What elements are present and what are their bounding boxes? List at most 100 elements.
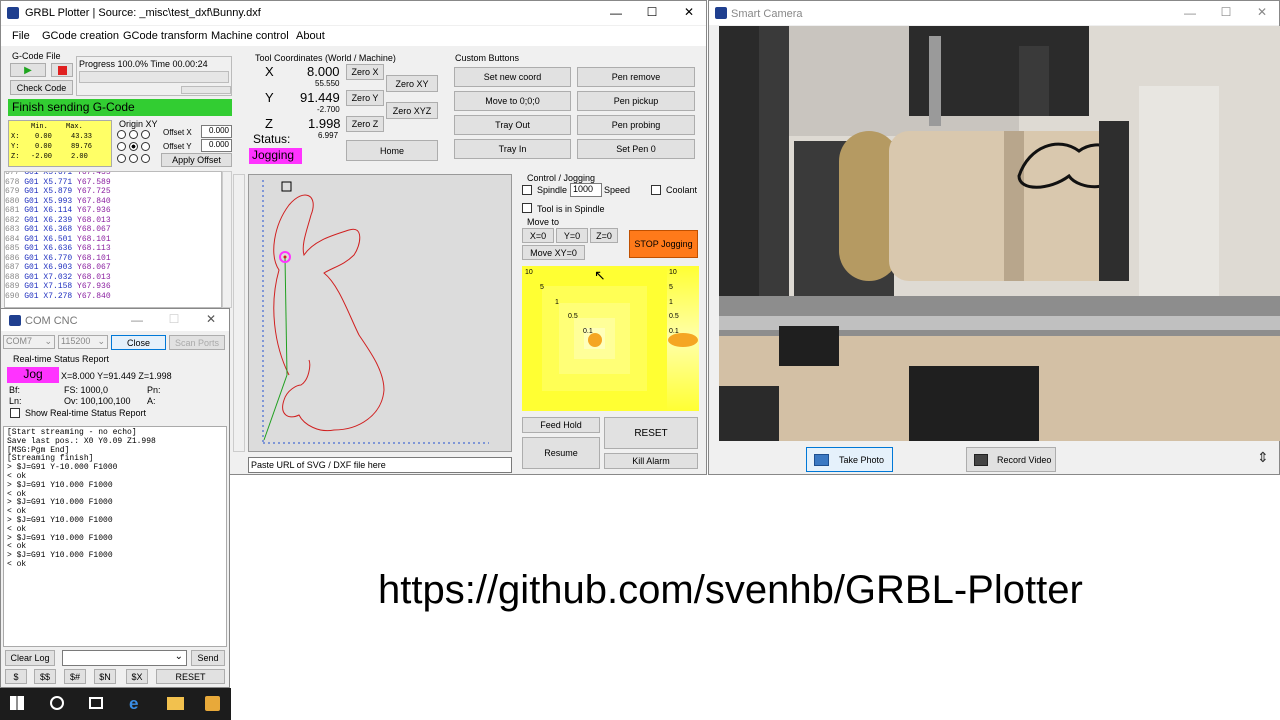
jog-z-pad[interactable]: 10 5 1 0.5 0.1 bbox=[667, 266, 699, 411]
com-reset-button[interactable]: RESET bbox=[156, 669, 225, 684]
com-close-button[interactable]: Close bbox=[111, 335, 166, 350]
gcode-line[interactable]: 690 G01 X7.278 Y67.840 bbox=[5, 292, 221, 302]
clear-log-button[interactable]: Clear Log bbox=[5, 650, 55, 666]
tool-in-spindle-checkbox[interactable] bbox=[522, 203, 532, 213]
com-maximize-icon[interactable]: ☐ bbox=[167, 312, 181, 326]
stop-jogging-button[interactable]: STOP Jogging bbox=[629, 230, 698, 258]
menu-about[interactable]: About bbox=[296, 30, 325, 42]
coolant-checkbox[interactable] bbox=[651, 185, 661, 195]
preview-scrollbar[interactable] bbox=[233, 174, 245, 452]
custom-pen-probing[interactable]: Pen probing bbox=[577, 115, 695, 135]
custom-move-to-000[interactable]: Move to 0;0;0 bbox=[454, 91, 571, 111]
camera-title-bar[interactable]: Smart Camera — ☐ ✕ bbox=[709, 1, 1279, 25]
menu-file[interactable]: File bbox=[12, 30, 30, 42]
gcode-line[interactable]: 689 G01 X7.158 Y67.936 bbox=[5, 282, 221, 292]
send-button[interactable]: Send bbox=[191, 650, 225, 666]
search-icon[interactable] bbox=[50, 696, 64, 710]
command-input[interactable]: ⌄ bbox=[62, 650, 187, 666]
gcode-line[interactable]: 688 G01 X7.032 Y68.013 bbox=[5, 273, 221, 283]
app-taskbar-icon[interactable] bbox=[205, 696, 220, 711]
play-button[interactable]: ▶ bbox=[10, 63, 46, 77]
show-report-checkbox[interactable] bbox=[10, 408, 20, 418]
com-close-icon[interactable]: ✕ bbox=[204, 312, 218, 326]
origin-radio[interactable] bbox=[141, 130, 150, 139]
resume-button[interactable]: Resume bbox=[522, 437, 600, 469]
quick-dollar-hash-button[interactable]: $# bbox=[64, 669, 86, 684]
gcode-line[interactable]: 687 G01 X6.903 Y68.067 bbox=[5, 263, 221, 273]
spindle-checkbox[interactable] bbox=[522, 185, 532, 195]
y0-button[interactable]: Y=0 bbox=[556, 228, 588, 243]
scan-ports-button[interactable]: Scan Ports bbox=[169, 335, 225, 350]
custom-pen-pickup[interactable]: Pen pickup bbox=[577, 91, 695, 111]
port-select[interactable]: COM7 ⌄ bbox=[3, 335, 55, 349]
baud-select[interactable]: 115200 ⌄ bbox=[58, 335, 108, 349]
task-view-icon[interactable] bbox=[89, 697, 103, 709]
reset-button[interactable]: RESET bbox=[604, 417, 698, 449]
minimize-icon[interactable]: — bbox=[609, 6, 623, 20]
zero-xy-button[interactable]: Zero XY bbox=[386, 75, 438, 92]
gcode-scrollbar[interactable] bbox=[222, 171, 232, 308]
apply-offset-button[interactable]: Apply Offset bbox=[161, 153, 232, 167]
origin-radio[interactable] bbox=[129, 154, 138, 163]
quick-dollar-x-button[interactable]: $X bbox=[126, 669, 148, 684]
gcode-line[interactable]: 678 G01 X5.771 Y67.589 bbox=[5, 178, 221, 188]
take-photo-button[interactable]: Take Photo bbox=[806, 447, 893, 472]
quick-dollar-dollar-button[interactable]: $$ bbox=[34, 669, 56, 684]
check-code-button[interactable]: Check Code bbox=[10, 80, 73, 95]
gcode-line[interactable]: 681 G01 X6.114 Y67.936 bbox=[5, 206, 221, 216]
menu-machine-control[interactable]: Machine control bbox=[211, 30, 289, 42]
camera-feed[interactable] bbox=[719, 26, 1280, 441]
camera-minimize-icon[interactable]: — bbox=[1183, 6, 1197, 20]
origin-radio[interactable] bbox=[141, 142, 150, 151]
home-button[interactable]: Home bbox=[346, 140, 438, 161]
menu-gcode-creation[interactable]: GCode creation bbox=[42, 30, 119, 42]
com-title-bar[interactable]: COM CNC — ☐ ✕ bbox=[1, 309, 229, 331]
zero-z-button[interactable]: Zero Z bbox=[346, 116, 384, 132]
speed-input[interactable]: 1000 bbox=[570, 183, 602, 197]
quick-dollar-button[interactable]: $ bbox=[5, 669, 27, 684]
origin-radio-selected[interactable] bbox=[129, 142, 138, 151]
camera-maximize-icon[interactable]: ☐ bbox=[1219, 5, 1233, 19]
edge-browser-icon[interactable]: e bbox=[129, 694, 138, 714]
feed-hold-button[interactable]: Feed Hold bbox=[522, 417, 600, 433]
menu-gcode-transform[interactable]: GCode transform bbox=[123, 30, 207, 42]
zero-xyz-button[interactable]: Zero XYZ bbox=[386, 102, 438, 119]
windows-start-icon[interactable] bbox=[10, 696, 24, 710]
gcode-line[interactable]: 680 G01 X5.993 Y67.840 bbox=[5, 197, 221, 207]
x0-button[interactable]: X=0 bbox=[522, 228, 554, 243]
z0-button[interactable]: Z=0 bbox=[590, 228, 618, 243]
zero-x-button[interactable]: Zero X bbox=[346, 64, 384, 80]
gcode-line[interactable]: 686 G01 X6.770 Y68.101 bbox=[5, 254, 221, 264]
origin-radio[interactable] bbox=[129, 130, 138, 139]
custom-pen-remove[interactable]: Pen remove bbox=[577, 67, 695, 87]
resize-arrows-icon[interactable]: ⇕ bbox=[1257, 449, 1269, 466]
com-minimize-icon[interactable]: — bbox=[130, 313, 144, 327]
close-icon[interactable]: ✕ bbox=[682, 5, 696, 19]
maximize-icon[interactable]: ☐ bbox=[645, 5, 659, 19]
gcode-listing[interactable]: 677 G01 X5.671 Y67.435 678 G01 X5.771 Y67… bbox=[4, 171, 222, 308]
origin-radio[interactable] bbox=[117, 130, 126, 139]
quick-dollar-n-button[interactable]: $N bbox=[94, 669, 116, 684]
gcode-line[interactable]: 679 G01 X5.879 Y67.725 bbox=[5, 187, 221, 197]
gcode-line[interactable]: 682 G01 X6.239 Y68.013 bbox=[5, 216, 221, 226]
custom-tray-in[interactable]: Tray In bbox=[454, 139, 571, 159]
custom-set-pen-0[interactable]: Set Pen 0 bbox=[577, 139, 695, 159]
origin-radio[interactable] bbox=[141, 154, 150, 163]
custom-set-new-coord[interactable]: Set new coord bbox=[454, 67, 571, 87]
com-log[interactable]: [Start streaming - no echo] Save last pos… bbox=[3, 426, 227, 647]
camera-close-icon[interactable]: ✕ bbox=[1255, 5, 1269, 19]
gcode-line[interactable]: 685 G01 X6.636 Y68.113 bbox=[5, 244, 221, 254]
jog-xy-pad[interactable]: 10 5 1 0.5 0.1 ↖ bbox=[522, 266, 667, 411]
custom-tray-out[interactable]: Tray Out bbox=[454, 115, 571, 135]
origin-radio[interactable] bbox=[117, 154, 126, 163]
url-input[interactable]: Paste URL of SVG / DXF file here bbox=[248, 457, 512, 473]
stop-button[interactable] bbox=[51, 63, 73, 77]
kill-alarm-button[interactable]: Kill Alarm bbox=[604, 453, 698, 469]
origin-radio[interactable] bbox=[117, 142, 126, 151]
gcode-line[interactable]: 683 G01 X6.368 Y68.067 bbox=[5, 225, 221, 235]
main-title-bar[interactable]: GRBL Plotter | Source: _misc\test_dxf\Bu… bbox=[1, 1, 706, 25]
gcode-preview[interactable] bbox=[248, 174, 512, 452]
record-video-button[interactable]: Record Video bbox=[966, 447, 1056, 472]
move-xy0-button[interactable]: Move XY=0 bbox=[522, 245, 585, 260]
zero-y-button[interactable]: Zero Y bbox=[346, 90, 384, 106]
